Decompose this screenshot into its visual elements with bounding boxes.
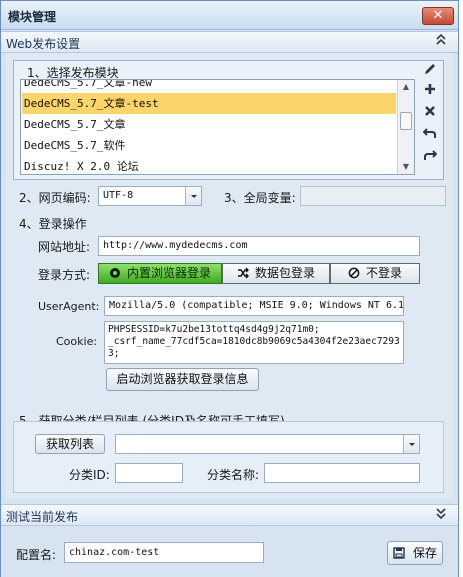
login-section-title: 4、登录操作 [19,217,87,231]
collapse-icon[interactable] [436,33,446,49]
login-method-none-button[interactable]: 不登录 [330,263,420,284]
encoding-select[interactable]: UTF-8 [98,186,202,206]
close-button[interactable]: ✕ [422,7,454,25]
block-icon [348,264,360,283]
login-method-packet-button[interactable]: 数据包登录 [222,263,330,284]
test-publish-header[interactable]: 测试当前发布 [1,504,458,526]
save-button[interactable]: 保存 [387,541,443,565]
list-item-selected[interactable]: DedeCMS_5.7_文章-test [22,93,396,114]
chevron-down-icon[interactable] [185,187,201,205]
web-settings-title: Web发布设置 [6,37,81,51]
list-item[interactable]: DedeCMS_5.7_文章-new [22,80,396,93]
scroll-down-icon[interactable]: ▼ [398,160,414,174]
config-name-input[interactable]: chinaz.com-test [64,542,264,563]
global-var-label: 3、全局变量: [224,191,296,205]
save-label: 保存 [412,546,437,560]
module-toolbar [417,60,443,180]
list-scrollbar[interactable]: ▲ ▼ [397,80,414,174]
close-icon: ✕ [432,8,444,23]
login-method-label: 登录方式: [38,268,91,282]
fetch-list-button[interactable]: 获取列表 [35,434,105,454]
module-manager-window: 模块管理 ✕ Web发布设置 1、选择发布模块 DedeCMS_5.7_文章-n… [0,0,459,577]
login-method-packet-label: 数据包登录 [254,266,315,280]
title-bar[interactable]: 模块管理 ✕ [1,1,458,30]
useragent-input[interactable]: Mozilla/5.0 (compatible; MSIE 9.0; Windo… [104,296,404,316]
scroll-up-icon[interactable]: ▲ [398,80,414,94]
save-icon [393,546,409,560]
plus-icon[interactable] [419,82,441,102]
list-item[interactable]: DedeCMS_5.7_文章 [22,114,396,135]
encoding-label: 2、网页编码: [19,191,91,205]
cookie-label: Cookie: [56,335,98,348]
encoding-value: UTF-8 [103,190,134,201]
url-input[interactable]: http://www.mydedecms.com [98,236,420,256]
category-name-label: 分类名称: [207,468,260,482]
category-select[interactable] [115,434,420,454]
globe-icon [109,264,121,283]
login-method-none-label: 不登录 [365,266,402,280]
delete-icon[interactable] [419,104,441,124]
pencil-icon[interactable] [419,62,441,82]
window-title: 模块管理 [8,10,57,24]
list-item[interactable]: DedeCMS_5.7_软件 [22,135,396,156]
test-publish-title: 测试当前发布 [6,510,79,524]
redo-icon[interactable] [419,148,441,168]
login-method-browser-label: 内置浏览器登录 [126,266,211,280]
category-name-input[interactable] [264,463,420,483]
launch-browser-button[interactable]: 启动浏览器获取登录信息 [106,368,259,391]
login-method-browser-button[interactable]: 内置浏览器登录 [98,263,222,284]
category-id-input[interactable] [115,463,183,483]
config-name-label: 配置名: [16,548,57,562]
useragent-label: UserAgent: [38,300,100,313]
url-label: 网站地址: [38,240,91,254]
category-id-label: 分类ID: [69,468,110,482]
module-list[interactable]: DedeCMS_5.7_文章-new DedeCMS_5.7_文章-test D… [20,79,415,175]
global-var-input[interactable] [300,186,446,206]
chevron-down-icon[interactable] [403,435,419,453]
list-item[interactable]: Discuz! X 2.0 论坛 [22,156,396,174]
undo-icon[interactable] [419,126,441,146]
scroll-thumb[interactable] [400,112,412,130]
cookie-textarea[interactable]: PHPSESSID=k7u2be13tottq4sd4g9j2q71m0; _c… [104,321,404,364]
shuffle-icon [237,264,249,283]
expand-icon[interactable] [436,507,446,522]
web-settings-header[interactable]: Web发布设置 [1,31,458,53]
